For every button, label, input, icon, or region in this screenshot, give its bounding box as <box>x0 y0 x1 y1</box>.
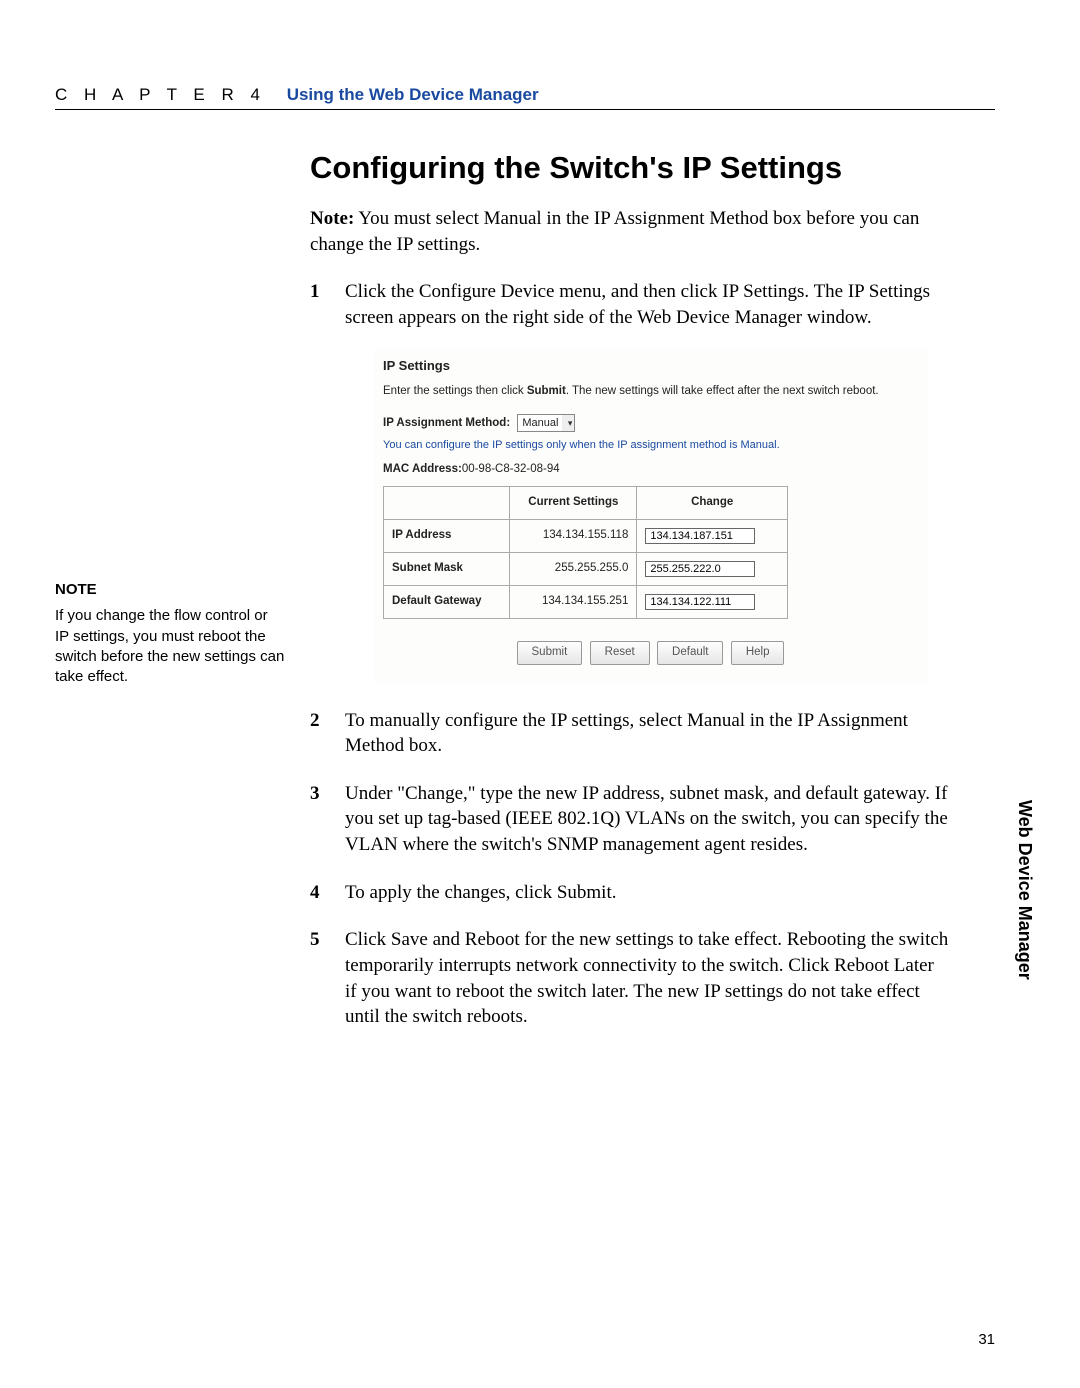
table-row: Default Gateway 134.134.155.251 <box>384 585 788 618</box>
row-current: 255.255.255.0 <box>510 552 637 585</box>
row-label: Subnet Mask <box>384 552 510 585</box>
step-4: To apply the changes, click Submit. <box>310 880 950 906</box>
row-current: 134.134.155.251 <box>510 585 637 618</box>
chapter-title: Using the Web Device Manager <box>287 85 539 104</box>
step-3: Under "Change," type the new IP address,… <box>310 781 950 858</box>
section-title: Configuring the Switch's IP Settings <box>310 150 950 186</box>
page-number: 31 <box>978 1331 995 1348</box>
step-1: Click the Configure Device menu, and the… <box>310 279 950 682</box>
table-row: Subnet Mask 255.255.255.0 <box>384 552 788 585</box>
margin-note-title: NOTE <box>55 580 285 600</box>
ss-assignment-row: IP Assignment Method: Manual <box>383 414 918 432</box>
ss-title: IP Settings <box>383 357 918 375</box>
ss-instruction: Enter the settings then click Submit. Th… <box>383 384 918 400</box>
default-gateway-input[interactable] <box>645 594 755 610</box>
row-label: IP Address <box>384 519 510 552</box>
ss-button-row: Submit Reset Default Help <box>383 641 918 665</box>
note-paragraph: Note: You must select Manual in the IP A… <box>310 206 950 257</box>
table-row: IP Address 134.134.155.118 <box>384 519 788 552</box>
margin-note-text: If you change the flow control or IP set… <box>55 606 285 687</box>
side-tab-label: Web Device Manager <box>1014 800 1035 980</box>
step-1-text: Click the Configure Device menu, and the… <box>345 281 930 328</box>
ip-assignment-method-select[interactable]: Manual <box>517 414 575 432</box>
ss-mac-value: 00-98-C8-32-08-94 <box>462 463 560 475</box>
ip-settings-table: Current Settings Change IP Address 134.1… <box>383 486 788 619</box>
row-current: 134.134.155.118 <box>510 519 637 552</box>
th-blank <box>384 486 510 519</box>
chapter-label: C H A P T E R 4 <box>55 85 266 104</box>
note-text: You must select Manual in the IP Assignm… <box>310 208 919 255</box>
th-current: Current Settings <box>510 486 637 519</box>
step-2: To manually configure the IP settings, s… <box>310 708 950 759</box>
margin-note: NOTE If you change the flow control or I… <box>55 580 285 687</box>
ip-address-input[interactable] <box>645 528 755 544</box>
row-label: Default Gateway <box>384 585 510 618</box>
ss-assignment-label: IP Assignment Method: <box>383 417 510 429</box>
default-button[interactable]: Default <box>657 641 723 665</box>
ip-settings-screenshot: IP Settings Enter the settings then clic… <box>373 349 928 683</box>
ss-mac-label: MAC Address: <box>383 463 462 475</box>
note-label: Note: <box>310 208 354 229</box>
reset-button[interactable]: Reset <box>590 641 650 665</box>
ss-mac-row: MAC Address:00-98-C8-32-08-94 <box>383 462 918 478</box>
page-header: C H A P T E R 4 Using the Web Device Man… <box>55 85 995 110</box>
step-5: Click Save and Reboot for the new settin… <box>310 927 950 1030</box>
steps-list: Click the Configure Device menu, and the… <box>310 279 950 1030</box>
submit-button[interactable]: Submit <box>517 641 583 665</box>
th-change: Change <box>637 486 788 519</box>
ss-blue-hint: You can configure the IP settings only w… <box>383 438 918 453</box>
subnet-mask-input[interactable] <box>645 561 755 577</box>
help-button[interactable]: Help <box>731 641 785 665</box>
